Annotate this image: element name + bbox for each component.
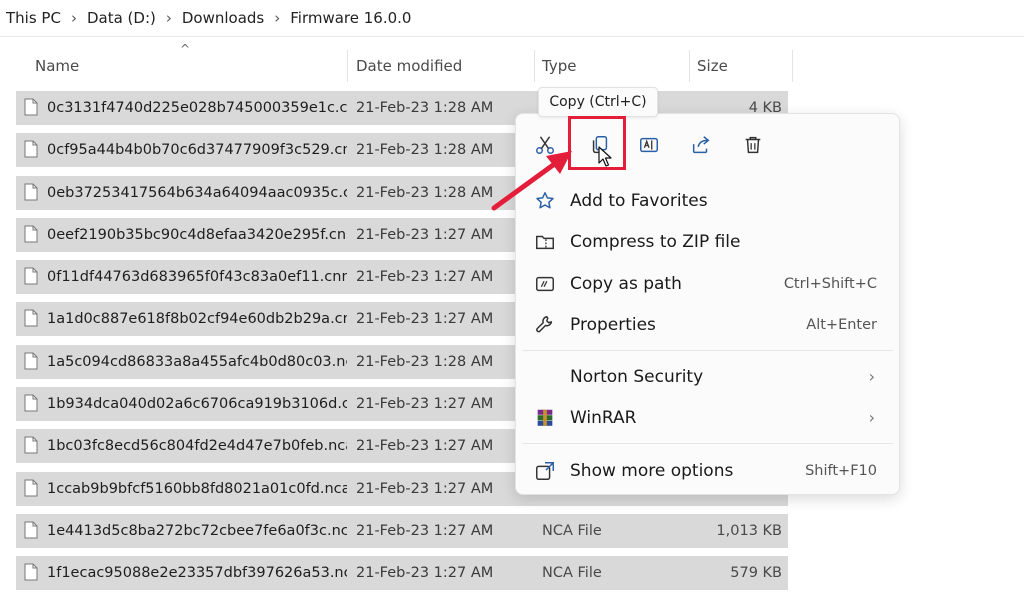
column-header-size[interactable]: Size [689,48,728,84]
chevron-right-icon: › [868,408,875,427]
copy-path-icon [536,276,554,292]
file-date: 21-Feb-23 1:27 AM [356,269,494,286]
menu-label: Show more options [570,461,734,481]
file-size: 579 KB [730,565,782,582]
file-date: 21-Feb-23 1:27 AM [356,480,494,497]
file-name: 1bc03fc8ecd56c804fd2e4d47e7b0feb.nca [47,438,347,455]
rename-button[interactable] [632,128,666,162]
file-icon [24,183,38,201]
menu-item-copy-path[interactable]: Copy as path Ctrl+Shift+C [516,266,899,302]
file-name: 1f1ecac95088e2e23357dbf397626a53.nca [47,565,347,582]
file-icon [24,309,38,327]
menu-label: Copy as path [570,274,682,294]
menu-item-winrar[interactable]: WinRAR › [516,400,899,436]
file-date: 21-Feb-23 1:28 AM [356,142,494,159]
sort-ascending-icon: ^ [180,42,191,56]
winrar-icon [537,409,553,426]
menu-label: Norton Security [570,367,704,387]
file-date: 21-Feb-23 1:27 AM [356,226,494,243]
column-header-type[interactable]: Type [534,48,576,84]
file-icon [24,352,38,370]
breadcrumb-downloads[interactable]: Downloads [176,9,270,27]
menu-separator [522,443,893,444]
file-name: 1b934dca040d02a6c6706ca919b3106d.c... [47,396,347,413]
wrench-icon [536,316,553,333]
share-button[interactable] [684,128,718,162]
file-row[interactable]: 1f1ecac95088e2e23357dbf397626a53.nca 21-… [16,556,788,591]
file-row[interactable]: 1e4413d5c8ba272bc72cbee7fe6a0f3c.nca 21-… [16,513,788,548]
breadcrumb: This PC › Data (D:) › Downloads › Firmwa… [0,0,1024,37]
menu-shortcut: Shift+F10 [805,463,877,479]
menu-shortcut: Ctrl+Shift+C [783,276,877,292]
file-icon [24,140,38,158]
breadcrumb-firmware[interactable]: Firmware 16.0.0 [284,9,417,27]
menu-item-show-more[interactable]: Show more options Shift+F10 [516,453,899,489]
share-icon [692,136,710,154]
file-name: 1ccab9b9bfcf5160bb8fd8021a01c0fd.nca [47,480,347,497]
file-date: 21-Feb-23 1:27 AM [356,396,494,413]
file-name: 0f11df44763d683965f0f43c83a0ef11.cnm... [47,269,347,286]
file-date: 21-Feb-23 1:28 AM [356,184,494,201]
file-name: 0cf95a44b4b0b70c6d37477909f3c529.cn... [47,142,347,159]
file-type: NCA File [542,522,602,539]
file-date: 21-Feb-23 1:27 AM [356,522,494,539]
file-name: 0c3131f4740d225e028b745000359e1c.cn... [47,100,347,116]
menu-shortcut: Alt+Enter [806,317,877,333]
file-icon [24,563,38,581]
column-headers: ^ Name Date modified Type Size [0,42,800,84]
menu-label: Add to Favorites [570,191,708,211]
file-icon [24,479,38,497]
copy-tooltip: Copy (Ctrl+C) [538,87,658,117]
column-header-name[interactable]: Name [27,48,79,84]
file-name: 1a1d0c887e618f8b02cf94e60db2b29a.cn... [47,311,347,328]
chevron-right-icon[interactable]: › [162,9,176,27]
file-date: 21-Feb-23 1:27 AM [356,311,494,328]
file-date: 21-Feb-23 1:27 AM [356,438,494,455]
file-icon [24,394,38,412]
red-arrow-icon [491,151,572,211]
file-icon [24,225,38,243]
chevron-right-icon[interactable]: › [67,9,81,27]
file-icon [24,436,38,454]
rename-icon [640,137,658,153]
chevron-right-icon[interactable]: › [270,9,284,27]
column-divider[interactable] [792,50,793,82]
menu-item-compress-zip[interactable]: Compress to ZIP file [516,224,899,260]
menu-item-norton[interactable]: Norton Security › [516,359,899,395]
delete-icon [745,136,761,154]
column-header-date[interactable]: Date modified [348,48,462,84]
breadcrumb-this-pc[interactable]: This PC [0,9,67,27]
file-date: 21-Feb-23 1:28 AM [356,353,494,370]
menu-separator [522,350,893,351]
menu-item-properties[interactable]: Properties Alt+Enter [516,307,899,343]
file-icon [24,521,38,539]
breadcrumb-data-drive[interactable]: Data (D:) [81,9,162,27]
file-name: 1a5c094cd86833a8a455afc4b0d80c03.nca [47,353,347,370]
menu-label: Properties [570,315,656,335]
file-name: 0eef2190b35bc90c4d8efaa3420e295f.cn... [47,226,347,243]
menu-label: Compress to ZIP file [570,232,741,252]
chevron-right-icon: › [868,367,875,386]
file-type: NCA File [542,565,602,582]
file-icon [24,267,38,285]
show-more-icon [536,462,554,480]
delete-button[interactable] [736,128,770,162]
menu-label: WinRAR [570,408,637,428]
file-icon [24,98,38,116]
mouse-cursor-icon [598,146,612,167]
file-name: 0eb37253417564b634a64094aac0935c.c... [47,184,347,201]
file-name: 1e4413d5c8ba272bc72cbee7fe6a0f3c.nca [47,522,347,539]
file-size: 1,013 KB [716,522,782,539]
file-date: 21-Feb-23 1:27 AM [356,565,494,582]
file-date: 21-Feb-23 1:28 AM [356,100,494,116]
zip-folder-icon [536,235,554,250]
